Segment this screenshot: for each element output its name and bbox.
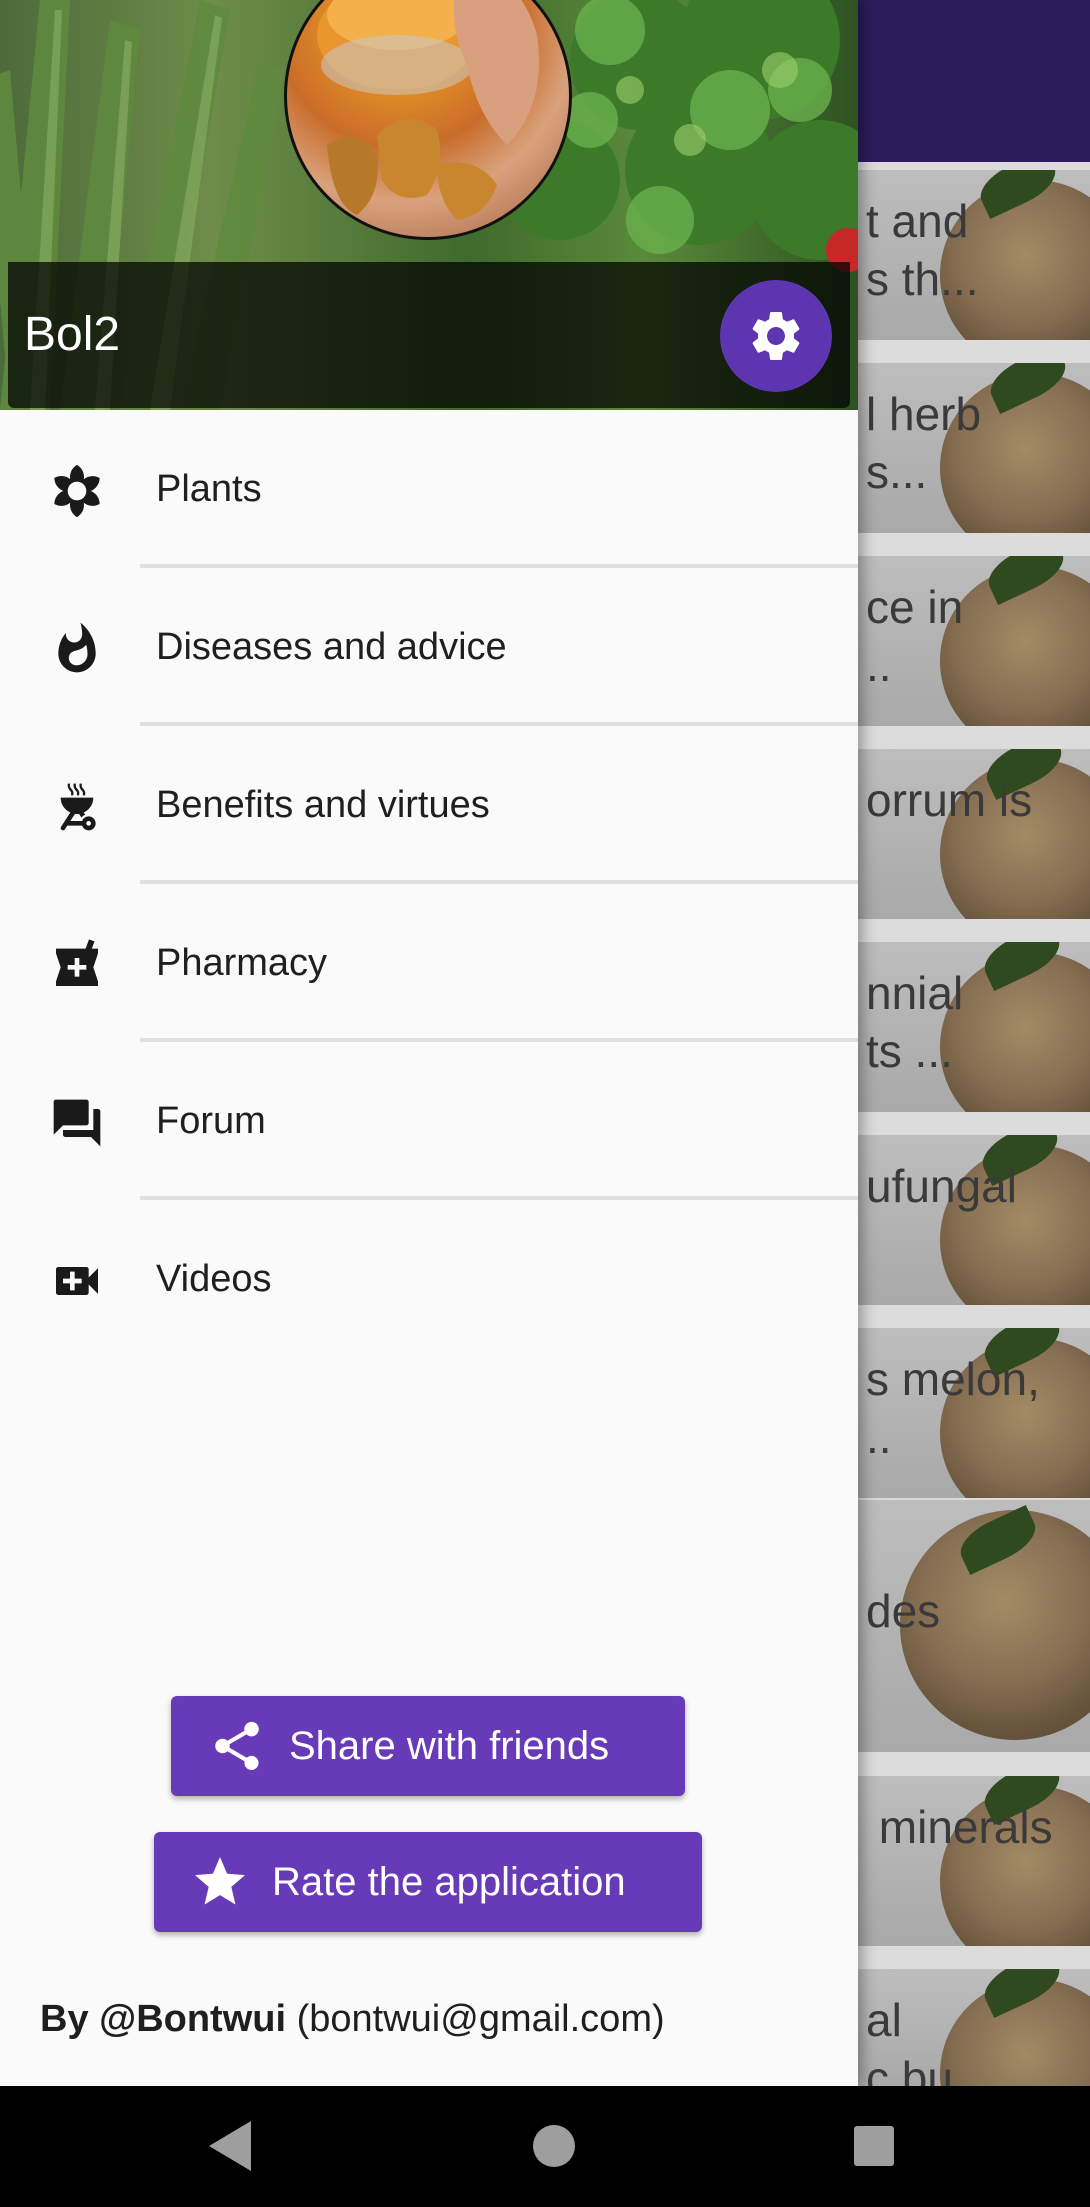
home-button[interactable] [522,2114,586,2178]
article-snippet: minerals [866,1801,1053,1853]
background-article-card[interactable]: orrum is [858,749,1090,919]
article-snippet: s melon, .. [866,1353,1040,1463]
background-article-card[interactable]: t and s th... [858,170,1090,340]
flower-icon [46,460,108,522]
settings-button[interactable] [720,280,832,392]
menu-item-label: Plants [156,468,262,510]
video-call-icon [46,1250,108,1312]
pharmacy-icon [46,934,108,996]
menu-item-label: Diseases and advice [156,626,507,668]
menu-item-label: Videos [156,1258,272,1300]
article-snippet: t and s th... [866,195,979,305]
menu-item-diseases[interactable]: Diseases and advice [0,568,858,726]
menu-item-benefits[interactable]: Benefits and virtues [0,726,858,884]
share-icon [207,1716,267,1776]
background-article-card[interactable]: nnial ts ... [858,942,1090,1112]
background-article-card[interactable]: l herb s... [858,363,1090,533]
background-article-card[interactable]: ce in .. [858,556,1090,726]
article-snippet: al c bu... [866,1994,992,2086]
gear-icon [752,312,800,360]
fire-icon [46,618,108,680]
share-button-label: Share with friends [289,1724,610,1768]
header-username: Bol2 [24,308,121,361]
rate-button[interactable]: Rate the application [154,1832,702,1932]
author-email: (bontwui@gmail.com) [296,1998,665,2040]
article-snippet: l herb s... [866,388,982,498]
header-user-bar: Bol2 [8,262,850,408]
article-snippet: nnial ts ... [866,967,964,1077]
navigation-drawer: Bol2 Plants Diseases and advice Benefits… [0,0,858,2086]
background-article-card[interactable]: al c bu... [858,1969,1090,2086]
share-button[interactable]: Share with friends [171,1696,685,1796]
menu-item-label: Benefits and virtues [156,784,490,826]
grill-icon [46,776,108,838]
background-article-card[interactable]: ufungal [858,1135,1090,1305]
system-navigation-bar [0,2086,1090,2207]
background-article-card[interactable]: s melon, .. [858,1328,1090,1498]
menu-item-videos[interactable]: Videos [0,1200,858,1358]
author-credit: By @Bontwui (bontwui@gmail.com) [40,1994,665,2044]
rate-button-label: Rate the application [272,1860,626,1904]
menu-item-label: Pharmacy [156,942,328,984]
article-snippet: ce in .. [866,581,964,691]
menu-item-plants[interactable]: Plants [0,410,858,568]
background-article-card[interactable]: minerals [858,1776,1090,1946]
back-button[interactable] [198,2114,262,2178]
drawer-header: Bol2 [0,0,858,410]
menu-item-pharmacy[interactable]: Pharmacy [0,884,858,1042]
background-article-card[interactable]: des [858,1500,1090,1752]
article-snippet: orrum is [866,774,1033,826]
menu-item-label: Forum [156,1100,266,1142]
recents-square-icon [854,2126,894,2166]
recents-button[interactable] [842,2114,906,2178]
article-snippet: des [866,1585,941,1637]
back-triangle-icon [209,2121,251,2171]
article-snippet: ufungal [866,1160,1017,1212]
menu-item-forum[interactable]: Forum [0,1042,858,1200]
author-name: By @Bontwui [40,1998,287,2040]
star-icon [190,1852,250,1912]
forum-icon [46,1092,108,1154]
home-circle-icon [533,2125,575,2167]
